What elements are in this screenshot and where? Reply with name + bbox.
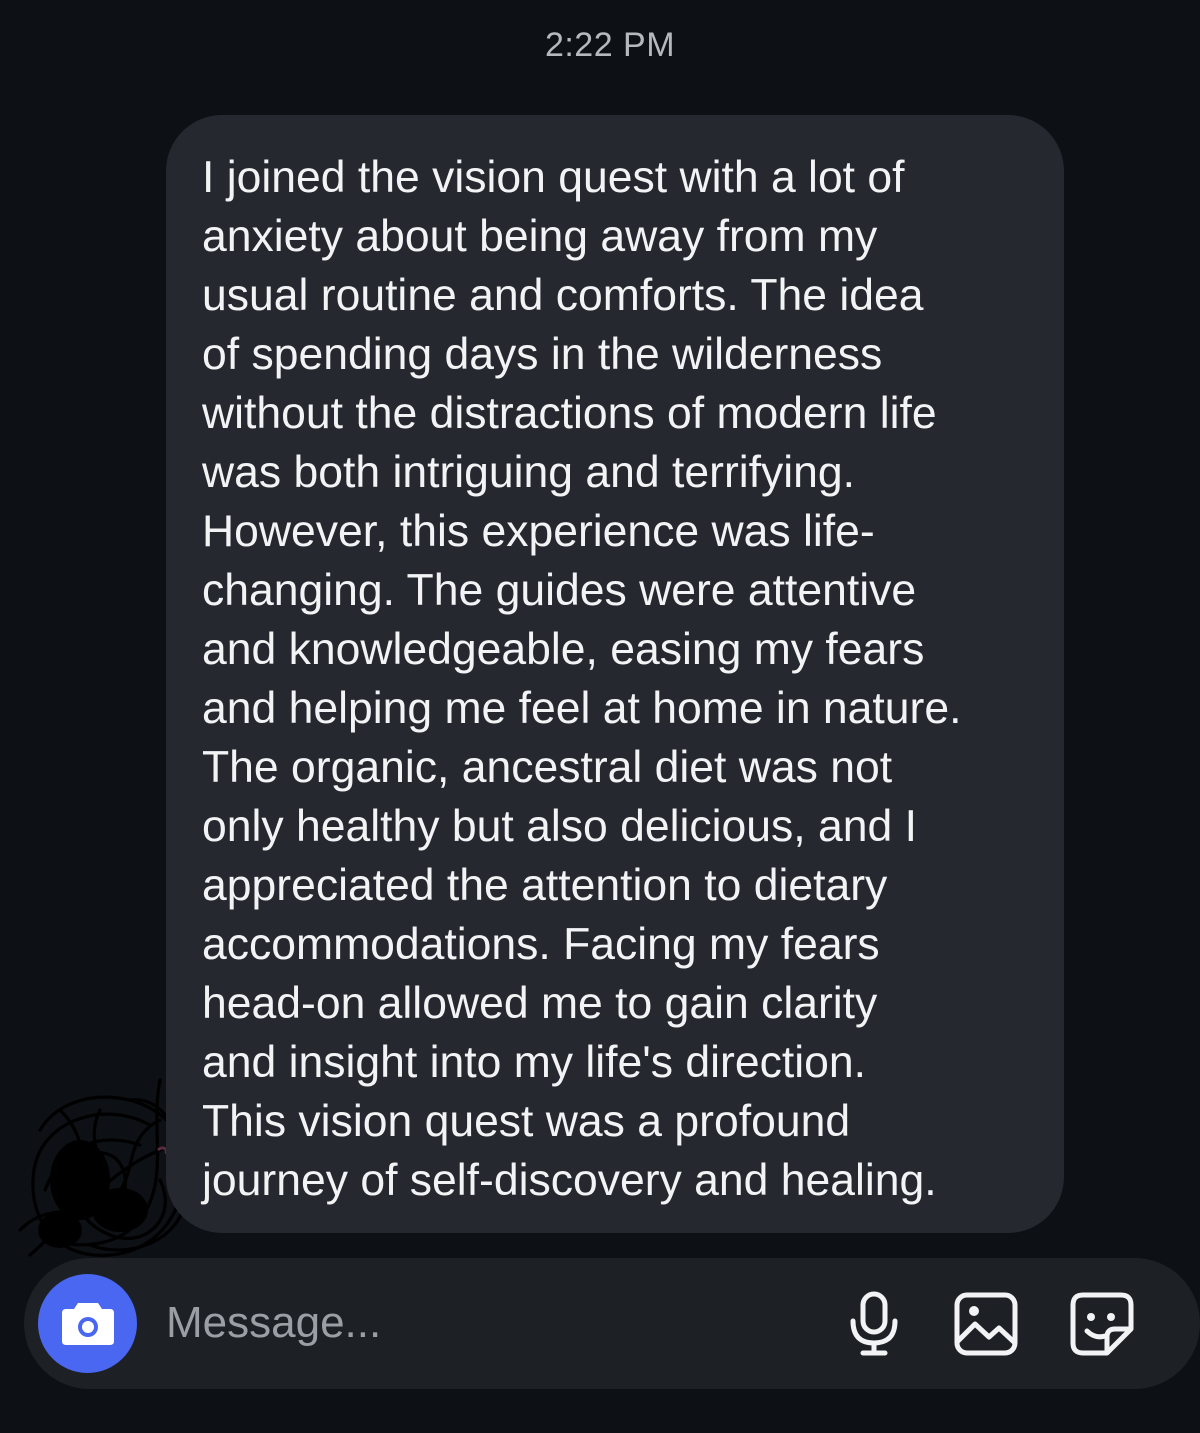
message-input[interactable] bbox=[166, 1288, 806, 1358]
camera-icon bbox=[61, 1302, 114, 1345]
gallery-button[interactable] bbox=[946, 1282, 1026, 1366]
gallery-icon bbox=[954, 1292, 1018, 1356]
received-message-bubble[interactable]: I joined the vision quest with a lot of … bbox=[166, 115, 1064, 1233]
camera-button[interactable] bbox=[38, 1274, 137, 1373]
microphone-icon bbox=[850, 1291, 898, 1356]
sticker-button[interactable] bbox=[1062, 1282, 1142, 1366]
sticker-icon bbox=[1070, 1292, 1134, 1356]
voice-message-button[interactable] bbox=[834, 1282, 914, 1366]
message-composer bbox=[24, 1258, 1200, 1389]
message-timestamp: 2:22 PM bbox=[544, 26, 676, 64]
message-text: I joined the vision quest with a lot of … bbox=[202, 153, 962, 1205]
